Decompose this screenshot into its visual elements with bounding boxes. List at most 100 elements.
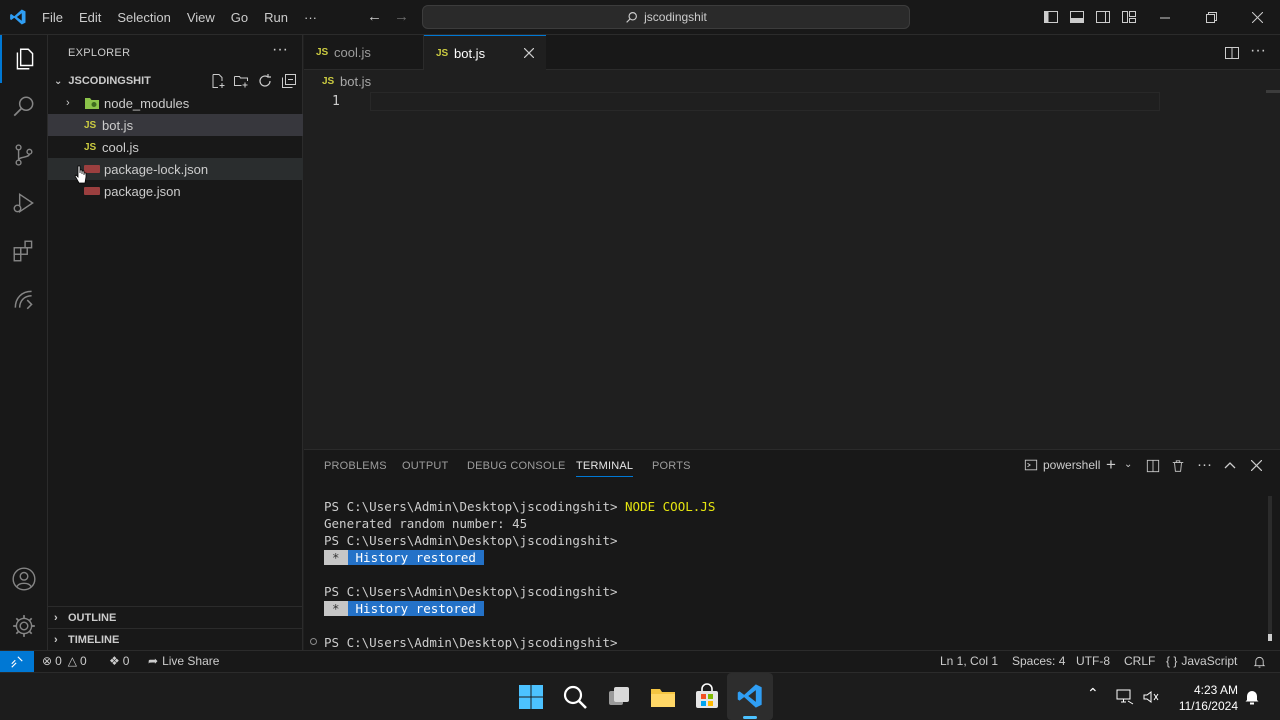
back-arrow-icon[interactable]: ← — [367, 8, 382, 25]
volume-icon[interactable] — [1142, 689, 1160, 705]
toggle-panel-icon[interactable] — [1069, 9, 1085, 25]
run-debug-icon — [13, 193, 34, 213]
folder-header[interactable]: ⌄ JSCODINGSHIT — [48, 70, 303, 92]
tab-cool-js[interactable]: JS cool.js — [304, 35, 424, 70]
menu-view[interactable]: View — [179, 10, 223, 25]
tab-terminal[interactable]: TERMINAL — [576, 460, 634, 477]
ports-indicator[interactable]: ❖ 0 — [109, 654, 129, 668]
editor-more-actions-icon[interactable]: ··· — [1250, 42, 1266, 60]
menu-run[interactable]: Run — [256, 10, 296, 25]
split-editor-icon[interactable] — [1224, 45, 1240, 61]
windows-start-icon[interactable] — [517, 683, 545, 711]
terminal-prompt: PS C:\Users\Admin\Desktop\jscodingshit> — [324, 533, 618, 548]
split-terminal-icon[interactable] — [1146, 459, 1160, 473]
close-window-button[interactable] — [1234, 0, 1280, 35]
timeline-section[interactable]: › TIMELINE — [48, 628, 303, 650]
restore-button[interactable] — [1188, 0, 1234, 35]
tree-item-label: cool.js — [102, 139, 139, 155]
tab-ports[interactable]: PORTS — [652, 460, 691, 472]
chevron-up-icon[interactable]: ⌃ — [1087, 685, 1099, 702]
activity-remote-explorer[interactable] — [0, 275, 48, 323]
ports-count: 0 — [122, 654, 130, 668]
activity-manage[interactable] — [0, 602, 48, 650]
new-terminal-icon[interactable]: + — [1106, 455, 1116, 475]
file-explorer-icon[interactable] — [649, 683, 677, 711]
vscode-logo-icon[interactable] — [9, 8, 27, 26]
search-icon[interactable] — [561, 683, 589, 711]
minimize-button[interactable] — [1142, 0, 1188, 35]
forward-arrow-icon[interactable]: → — [394, 8, 409, 25]
search-text: jscodingshit — [644, 10, 707, 24]
microsoft-store-icon[interactable] — [693, 683, 721, 711]
refresh-icon[interactable] — [257, 73, 273, 89]
task-view-icon[interactable] — [605, 683, 633, 711]
activity-bar — [0, 35, 48, 650]
command-decoration-icon[interactable] — [310, 638, 317, 645]
new-file-icon[interactable] — [210, 73, 226, 89]
scrollbar-thumb[interactable] — [1268, 634, 1272, 641]
menu-file[interactable]: File — [34, 10, 71, 25]
terminal-shell-selector[interactable]: powershell — [1024, 458, 1100, 472]
menu-more[interactable]: ··· — [296, 10, 325, 25]
broadcast-icon: ❖ — [109, 654, 120, 668]
activity-explorer[interactable] — [0, 35, 48, 83]
toggle-secondary-sidebar-icon[interactable] — [1095, 9, 1111, 25]
network-icon[interactable] — [1116, 689, 1134, 705]
close-tab-icon[interactable] — [524, 48, 534, 58]
notification-bell-icon[interactable] — [1245, 689, 1259, 705]
command-center-search[interactable]: jscodingshit — [422, 5, 910, 29]
notifications-bell-icon[interactable] — [1253, 655, 1266, 669]
language-mode[interactable]: { } JavaScript — [1166, 654, 1237, 668]
mouse-cursor-icon — [74, 165, 87, 184]
js-file-icon: JS — [84, 141, 97, 153]
tab-label: cool.js — [334, 45, 371, 60]
chevron-down-icon[interactable]: ⌄ — [1124, 459, 1132, 470]
tab-output[interactable]: OUTPUT — [402, 460, 448, 472]
customize-layout-icon[interactable] — [1121, 9, 1137, 25]
indentation[interactable]: Spaces: 4 — [1012, 654, 1065, 668]
end-of-line[interactable]: CRLF — [1124, 654, 1155, 668]
trash-icon[interactable] — [1171, 459, 1185, 473]
panel-more-icon[interactable]: ··· — [1197, 456, 1212, 473]
js-file-icon: JS — [316, 47, 329, 58]
system-clock[interactable]: 4:23 AM 11/16/2024 — [1170, 683, 1238, 713]
tree-item-bot-js[interactable]: JS bot.js — [48, 114, 303, 136]
vscode-taskbar-button[interactable] — [727, 673, 773, 720]
toggle-primary-sidebar-icon[interactable] — [1043, 9, 1059, 25]
remote-indicator-button[interactable] — [0, 651, 34, 673]
more-actions-icon[interactable]: ··· — [272, 41, 288, 59]
explorer-title: EXPLORER — [68, 47, 131, 59]
remote-explorer-icon — [14, 290, 33, 310]
new-folder-icon[interactable] — [233, 73, 249, 89]
maximize-panel-icon[interactable] — [1224, 460, 1236, 472]
menu-selection[interactable]: Selection — [109, 10, 178, 25]
live-share-icon: ➦ — [148, 654, 159, 668]
terminal-scrollbar[interactable] — [1268, 496, 1272, 641]
tree-item-node-modules[interactable]: › node_modules — [48, 92, 303, 114]
tab-problems[interactable]: PROBLEMS — [324, 460, 387, 472]
problems-indicator[interactable]: ⊗ 0 △ 0 — [42, 654, 87, 668]
tab-debug-console[interactable]: DEBUG CONSOLE — [467, 460, 566, 472]
activity-search[interactable] — [0, 83, 48, 131]
menu-go[interactable]: Go — [223, 10, 256, 25]
scrollbar[interactable] — [1266, 90, 1280, 93]
menu-edit[interactable]: Edit — [71, 10, 109, 25]
cursor-position[interactable]: Ln 1, Col 1 — [940, 654, 998, 668]
title-bar: File Edit Selection View Go Run ··· ← → … — [0, 0, 1280, 35]
activity-source-control[interactable] — [0, 131, 48, 179]
outline-section[interactable]: › OUTLINE — [48, 606, 303, 628]
chevron-right-icon: › — [54, 611, 58, 624]
terminal-prompt[interactable]: PS C:\Users\Admin\Desktop\jscodingshit> — [324, 635, 618, 650]
activity-extensions[interactable] — [0, 227, 48, 275]
vscode-icon — [737, 684, 762, 708]
breadcrumb-file[interactable]: bot.js — [340, 74, 371, 89]
editor-area[interactable]: JS bot.js 1 — [304, 70, 1280, 448]
activity-accounts[interactable] — [0, 555, 48, 603]
collapse-all-icon[interactable] — [281, 73, 297, 89]
tree-item-cool-js[interactable]: JS cool.js — [48, 136, 303, 158]
encoding[interactable]: UTF-8 — [1076, 654, 1110, 668]
close-panel-icon[interactable] — [1251, 460, 1262, 471]
tab-bot-js[interactable]: JS bot.js — [424, 35, 546, 70]
activity-run-debug[interactable] — [0, 179, 48, 227]
live-share-button[interactable]: ➦ Live Share — [148, 654, 219, 668]
